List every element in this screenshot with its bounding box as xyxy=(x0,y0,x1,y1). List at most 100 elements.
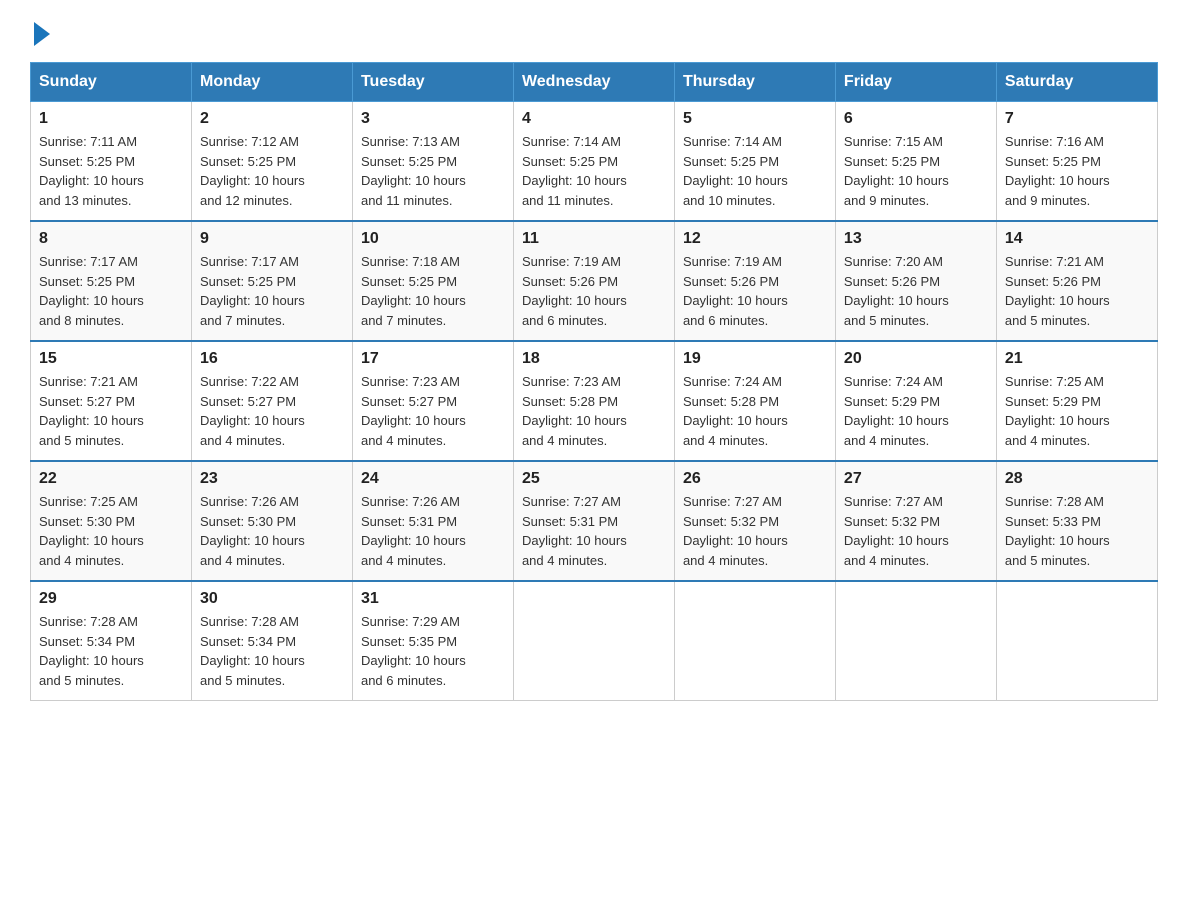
table-row: 6 Sunrise: 7:15 AMSunset: 5:25 PMDaylight… xyxy=(835,102,996,222)
table-row xyxy=(513,581,674,701)
calendar-week-row: 1 Sunrise: 7:11 AMSunset: 5:25 PMDaylight… xyxy=(31,102,1158,222)
day-number: 5 xyxy=(683,110,827,128)
day-info: Sunrise: 7:13 AMSunset: 5:25 PMDaylight:… xyxy=(361,132,505,210)
day-number: 26 xyxy=(683,470,827,488)
day-info: Sunrise: 7:11 AMSunset: 5:25 PMDaylight:… xyxy=(39,132,183,210)
table-row xyxy=(996,581,1157,701)
day-number: 13 xyxy=(844,230,988,248)
day-info: Sunrise: 7:23 AMSunset: 5:28 PMDaylight:… xyxy=(522,372,666,450)
header-wednesday: Wednesday xyxy=(513,63,674,102)
day-number: 4 xyxy=(522,110,666,128)
day-info: Sunrise: 7:15 AMSunset: 5:25 PMDaylight:… xyxy=(844,132,988,210)
day-info: Sunrise: 7:27 AMSunset: 5:31 PMDaylight:… xyxy=(522,492,666,570)
table-row: 25 Sunrise: 7:27 AMSunset: 5:31 PMDayligh… xyxy=(513,461,674,581)
day-number: 7 xyxy=(1005,110,1149,128)
day-number: 24 xyxy=(361,470,505,488)
day-info: Sunrise: 7:28 AMSunset: 5:34 PMDaylight:… xyxy=(200,612,344,690)
table-row: 31Sunrise: 7:29 AMSunset: 5:35 PMDayligh… xyxy=(352,581,513,701)
day-info: Sunrise: 7:19 AMSunset: 5:26 PMDaylight:… xyxy=(683,252,827,330)
day-info: Sunrise: 7:28 AMSunset: 5:33 PMDaylight:… xyxy=(1005,492,1149,570)
day-info: Sunrise: 7:25 AMSunset: 5:30 PMDaylight:… xyxy=(39,492,183,570)
day-number: 23 xyxy=(200,470,344,488)
day-number: 14 xyxy=(1005,230,1149,248)
table-row xyxy=(674,581,835,701)
day-info: Sunrise: 7:22 AMSunset: 5:27 PMDaylight:… xyxy=(200,372,344,450)
day-info: Sunrise: 7:18 AMSunset: 5:25 PMDaylight:… xyxy=(361,252,505,330)
day-number: 25 xyxy=(522,470,666,488)
day-number: 19 xyxy=(683,350,827,368)
day-info: Sunrise: 7:14 AMSunset: 5:25 PMDaylight:… xyxy=(522,132,666,210)
table-row: 16 Sunrise: 7:22 AMSunset: 5:27 PMDayligh… xyxy=(191,341,352,461)
day-info: Sunrise: 7:24 AMSunset: 5:29 PMDaylight:… xyxy=(844,372,988,450)
calendar-header-row: Sunday Monday Tuesday Wednesday Thursday… xyxy=(31,63,1158,102)
day-number: 11 xyxy=(522,230,666,248)
day-number: 16 xyxy=(200,350,344,368)
day-number: 29 xyxy=(39,590,183,608)
day-info: Sunrise: 7:27 AMSunset: 5:32 PMDaylight:… xyxy=(844,492,988,570)
day-number: 6 xyxy=(844,110,988,128)
day-info: Sunrise: 7:24 AMSunset: 5:28 PMDaylight:… xyxy=(683,372,827,450)
day-number: 28 xyxy=(1005,470,1149,488)
day-number: 21 xyxy=(1005,350,1149,368)
logo xyxy=(30,20,50,42)
day-number: 18 xyxy=(522,350,666,368)
table-row: 17 Sunrise: 7:23 AMSunset: 5:27 PMDayligh… xyxy=(352,341,513,461)
day-info: Sunrise: 7:27 AMSunset: 5:32 PMDaylight:… xyxy=(683,492,827,570)
day-number: 1 xyxy=(39,110,183,128)
table-row: 4 Sunrise: 7:14 AMSunset: 5:25 PMDaylight… xyxy=(513,102,674,222)
day-info: Sunrise: 7:16 AMSunset: 5:25 PMDaylight:… xyxy=(1005,132,1149,210)
page-header xyxy=(30,20,1158,42)
day-number: 12 xyxy=(683,230,827,248)
table-row: 13 Sunrise: 7:20 AMSunset: 5:26 PMDayligh… xyxy=(835,221,996,341)
table-row: 24 Sunrise: 7:26 AMSunset: 5:31 PMDayligh… xyxy=(352,461,513,581)
day-info: Sunrise: 7:23 AMSunset: 5:27 PMDaylight:… xyxy=(361,372,505,450)
day-info: Sunrise: 7:19 AMSunset: 5:26 PMDaylight:… xyxy=(522,252,666,330)
table-row: 27 Sunrise: 7:27 AMSunset: 5:32 PMDayligh… xyxy=(835,461,996,581)
day-info: Sunrise: 7:25 AMSunset: 5:29 PMDaylight:… xyxy=(1005,372,1149,450)
table-row: 15 Sunrise: 7:21 AMSunset: 5:27 PMDayligh… xyxy=(31,341,192,461)
day-number: 10 xyxy=(361,230,505,248)
day-info: Sunrise: 7:21 AMSunset: 5:26 PMDaylight:… xyxy=(1005,252,1149,330)
day-number: 17 xyxy=(361,350,505,368)
table-row: 20 Sunrise: 7:24 AMSunset: 5:29 PMDayligh… xyxy=(835,341,996,461)
day-number: 20 xyxy=(844,350,988,368)
day-info: Sunrise: 7:21 AMSunset: 5:27 PMDaylight:… xyxy=(39,372,183,450)
day-info: Sunrise: 7:12 AMSunset: 5:25 PMDaylight:… xyxy=(200,132,344,210)
table-row: 28 Sunrise: 7:28 AMSunset: 5:33 PMDayligh… xyxy=(996,461,1157,581)
header-monday: Monday xyxy=(191,63,352,102)
header-saturday: Saturday xyxy=(996,63,1157,102)
table-row xyxy=(835,581,996,701)
day-info: Sunrise: 7:26 AMSunset: 5:31 PMDaylight:… xyxy=(361,492,505,570)
header-tuesday: Tuesday xyxy=(352,63,513,102)
calendar-week-row: 29 Sunrise: 7:28 AMSunset: 5:34 PMDayligh… xyxy=(31,581,1158,701)
calendar-week-row: 22 Sunrise: 7:25 AMSunset: 5:30 PMDayligh… xyxy=(31,461,1158,581)
day-number: 31 xyxy=(361,590,505,608)
day-number: 15 xyxy=(39,350,183,368)
day-number: 2 xyxy=(200,110,344,128)
table-row: 30 Sunrise: 7:28 AMSunset: 5:34 PMDayligh… xyxy=(191,581,352,701)
table-row: 18 Sunrise: 7:23 AMSunset: 5:28 PMDayligh… xyxy=(513,341,674,461)
table-row: 7 Sunrise: 7:16 AMSunset: 5:25 PMDaylight… xyxy=(996,102,1157,222)
table-row: 12 Sunrise: 7:19 AMSunset: 5:26 PMDayligh… xyxy=(674,221,835,341)
day-info: Sunrise: 7:26 AMSunset: 5:30 PMDaylight:… xyxy=(200,492,344,570)
table-row: 1 Sunrise: 7:11 AMSunset: 5:25 PMDaylight… xyxy=(31,102,192,222)
table-row: 19 Sunrise: 7:24 AMSunset: 5:28 PMDayligh… xyxy=(674,341,835,461)
day-number: 9 xyxy=(200,230,344,248)
day-number: 8 xyxy=(39,230,183,248)
table-row: 2 Sunrise: 7:12 AMSunset: 5:25 PMDaylight… xyxy=(191,102,352,222)
table-row: 8 Sunrise: 7:17 AMSunset: 5:25 PMDaylight… xyxy=(31,221,192,341)
day-number: 3 xyxy=(361,110,505,128)
day-info: Sunrise: 7:17 AMSunset: 5:25 PMDaylight:… xyxy=(39,252,183,330)
day-info: Sunrise: 7:20 AMSunset: 5:26 PMDaylight:… xyxy=(844,252,988,330)
calendar-week-row: 15 Sunrise: 7:21 AMSunset: 5:27 PMDayligh… xyxy=(31,341,1158,461)
table-row: 22 Sunrise: 7:25 AMSunset: 5:30 PMDayligh… xyxy=(31,461,192,581)
day-number: 27 xyxy=(844,470,988,488)
day-number: 30 xyxy=(200,590,344,608)
day-info: Sunrise: 7:17 AMSunset: 5:25 PMDaylight:… xyxy=(200,252,344,330)
table-row: 5Sunrise: 7:14 AMSunset: 5:25 PMDaylight… xyxy=(674,102,835,222)
table-row: 9 Sunrise: 7:17 AMSunset: 5:25 PMDaylight… xyxy=(191,221,352,341)
table-row: 3 Sunrise: 7:13 AMSunset: 5:25 PMDaylight… xyxy=(352,102,513,222)
table-row: 23 Sunrise: 7:26 AMSunset: 5:30 PMDayligh… xyxy=(191,461,352,581)
table-row: 10 Sunrise: 7:18 AMSunset: 5:25 PMDayligh… xyxy=(352,221,513,341)
day-number: 22 xyxy=(39,470,183,488)
